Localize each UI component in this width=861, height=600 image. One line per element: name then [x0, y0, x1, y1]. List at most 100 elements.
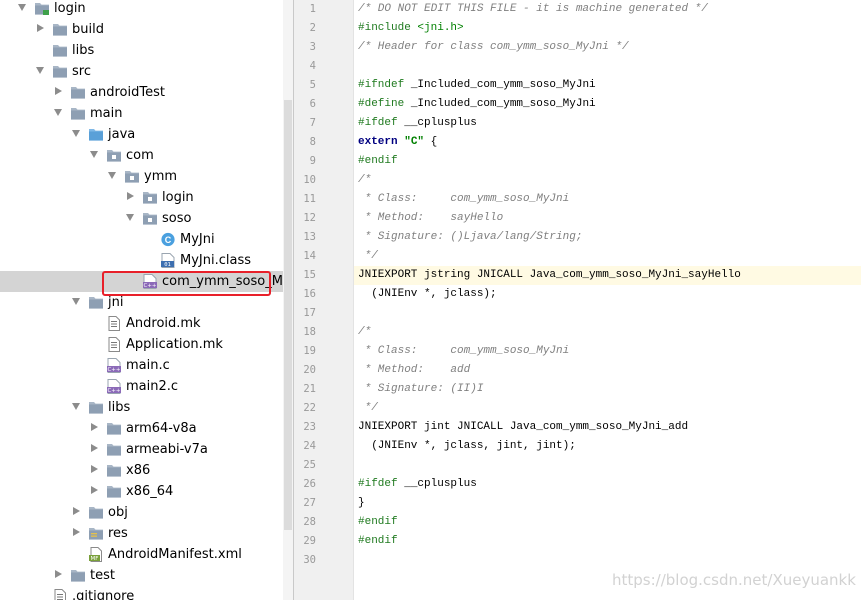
- line-number: 16: [303, 288, 316, 300]
- code-line[interactable]: #endif: [358, 532, 398, 551]
- tree-item-x86[interactable]: x86: [0, 460, 283, 481]
- text-file-icon: [106, 316, 122, 331]
- chevron-right-icon[interactable]: [37, 24, 44, 32]
- line-number: 19: [303, 345, 316, 357]
- tree-item-obj[interactable]: obj: [0, 502, 283, 523]
- tree-item-androidmanifest-xml[interactable]: MF AndroidManifest.xml: [0, 544, 283, 565]
- tree-item-label: src: [72, 64, 91, 79]
- code-line[interactable]: JNIEXPORT jint JNICALL Java_com_ymm_soso…: [358, 418, 688, 437]
- code-line[interactable]: * Signature: (II)I: [358, 380, 484, 399]
- code-token: (JNIEnv *, jclass);: [358, 288, 497, 300]
- tree-item-myjni[interactable]: C MyJni: [0, 229, 283, 250]
- chevron-right-icon[interactable]: [91, 423, 98, 431]
- tree-scrollbar-thumb[interactable]: [284, 100, 292, 530]
- code-line[interactable]: * Method: add: [358, 361, 471, 380]
- code-line[interactable]: */: [358, 247, 378, 266]
- code-token: #endif: [358, 535, 398, 547]
- tree-item-main[interactable]: main: [0, 103, 283, 124]
- tree-item-application-mk[interactable]: Application.mk: [0, 334, 283, 355]
- svg-text:01: 01: [164, 262, 171, 268]
- tree-item-test[interactable]: test: [0, 565, 283, 586]
- project-tree: login build libs src androidTest main java com y…: [0, 0, 283, 600]
- code-token: */: [358, 250, 378, 262]
- chevron-right-icon[interactable]: [91, 486, 98, 494]
- tree-item-main-c[interactable]: C++ main.c: [0, 355, 283, 376]
- tree-item-main2-c[interactable]: C++ main2.c: [0, 376, 283, 397]
- tree-item-armeabi-v7a[interactable]: armeabi-v7a: [0, 439, 283, 460]
- line-number: 3: [309, 41, 316, 53]
- line-number: 6: [309, 98, 316, 110]
- code-line[interactable]: #ifdef __cplusplus: [358, 114, 477, 133]
- tree-item-build[interactable]: build: [0, 19, 283, 40]
- tree-item-label: MyJni: [180, 232, 215, 247]
- tree-item-androidtest[interactable]: androidTest: [0, 82, 283, 103]
- tree-item-ymm[interactable]: ymm: [0, 166, 283, 187]
- code-token: extern: [358, 136, 405, 148]
- tree-item-libs[interactable]: libs: [0, 40, 283, 61]
- tree-item-src[interactable]: src: [0, 61, 283, 82]
- tree-item-res[interactable]: res: [0, 523, 283, 544]
- code-line[interactable]: /*: [358, 323, 371, 342]
- tree-item-login[interactable]: login: [0, 187, 283, 208]
- package-icon: [124, 169, 140, 184]
- code-line[interactable]: * Class: com_ymm_soso_MyJni: [358, 190, 570, 209]
- chevron-down-icon[interactable]: [36, 67, 44, 74]
- code-token: /* Header for class com_ymm_soso_MyJni *…: [358, 41, 629, 53]
- code-line[interactable]: /*: [358, 171, 371, 190]
- chevron-right-icon[interactable]: [91, 465, 98, 473]
- tree-item-com[interactable]: com: [0, 145, 283, 166]
- tree-item-android-mk[interactable]: Android.mk: [0, 313, 283, 334]
- code-line[interactable]: */: [358, 399, 378, 418]
- folder-icon: [52, 64, 68, 79]
- code-line[interactable]: * Class: com_ymm_soso_MyJni: [358, 342, 570, 361]
- chevron-down-icon[interactable]: [126, 214, 134, 221]
- code-line[interactable]: /* DO NOT EDIT THIS FILE - it is machine…: [358, 0, 708, 19]
- chevron-down-icon[interactable]: [72, 298, 80, 305]
- tree-item-libs[interactable]: libs: [0, 397, 283, 418]
- code-line[interactable]: * Method: sayHello: [358, 209, 504, 228]
- tree-item-arm64-v8a[interactable]: arm64-v8a: [0, 418, 283, 439]
- chevron-down-icon[interactable]: [72, 403, 80, 410]
- chevron-right-icon[interactable]: [73, 528, 80, 536]
- chevron-down-icon[interactable]: [72, 130, 80, 137]
- tree-item-login[interactable]: login: [0, 0, 283, 19]
- tree-item-myjni-class[interactable]: 01 MyJni.class: [0, 250, 283, 271]
- code-line[interactable]: }: [358, 494, 365, 513]
- chevron-right-icon[interactable]: [91, 444, 98, 452]
- code-line[interactable]: (JNIEnv *, jclass);: [358, 285, 497, 304]
- code-token: * Class: com_ymm_soso_MyJni: [358, 193, 570, 205]
- line-number: 23: [303, 421, 316, 433]
- code-line[interactable]: #include <jni.h>: [358, 19, 464, 38]
- code-token: * Method: sayHello: [358, 212, 504, 224]
- tree-item-soso[interactable]: soso: [0, 208, 283, 229]
- line-number: 5: [309, 79, 316, 91]
- tree-item-gitignore[interactable]: .gitignore: [0, 586, 283, 600]
- chevron-down-icon[interactable]: [18, 4, 26, 11]
- chevron-down-icon[interactable]: [90, 151, 98, 158]
- code-line[interactable]: (JNIEnv *, jclass, jint, jint);: [358, 437, 576, 456]
- class-file-icon: 01: [160, 253, 176, 268]
- code-line[interactable]: * Signature: ()Ljava/lang/String;: [358, 228, 583, 247]
- code-line[interactable]: #ifdef __cplusplus: [358, 475, 477, 494]
- chevron-right-icon[interactable]: [127, 192, 134, 200]
- code-line[interactable]: #endif: [358, 513, 398, 532]
- line-number: 24: [303, 440, 316, 452]
- tree-item-java[interactable]: java: [0, 124, 283, 145]
- code-line[interactable]: #ifndef _Included_com_ymm_soso_MyJni: [358, 76, 596, 95]
- chevron-right-icon[interactable]: [55, 570, 62, 578]
- chevron-down-icon[interactable]: [108, 172, 116, 179]
- code-line[interactable]: extern "C" {: [358, 133, 437, 152]
- code-line[interactable]: JNIEXPORT jstring JNICALL Java_com_ymm_s…: [358, 266, 741, 285]
- code-token: #ifndef: [358, 79, 411, 91]
- tree-item-x86-64[interactable]: x86_64: [0, 481, 283, 502]
- tree-item-label: com: [126, 148, 154, 163]
- folder-icon: [70, 85, 86, 100]
- tree-item-label: x86_64: [126, 484, 174, 499]
- code-line[interactable]: #define _Included_com_ymm_soso_MyJni: [358, 95, 596, 114]
- chevron-right-icon[interactable]: [55, 87, 62, 95]
- code-line[interactable]: /* Header for class com_ymm_soso_MyJni *…: [358, 38, 629, 57]
- code-line[interactable]: #endif: [358, 152, 398, 171]
- chevron-down-icon[interactable]: [54, 109, 62, 116]
- chevron-right-icon[interactable]: [73, 507, 80, 515]
- code-token: __cplusplus: [404, 478, 477, 490]
